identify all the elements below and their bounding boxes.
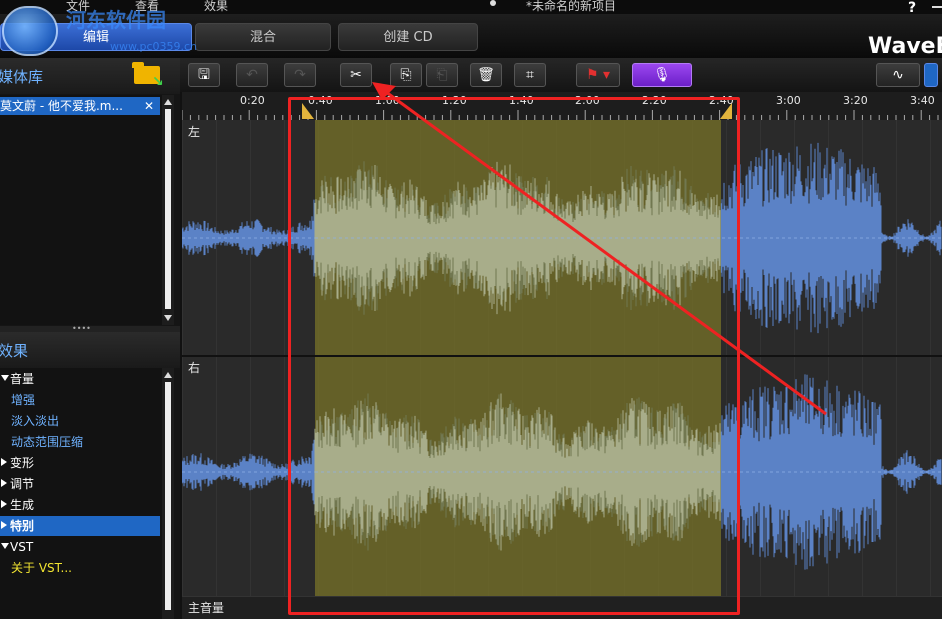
annotation-arrow-svg	[372, 82, 827, 416]
annotation-arrow-line	[385, 90, 827, 416]
